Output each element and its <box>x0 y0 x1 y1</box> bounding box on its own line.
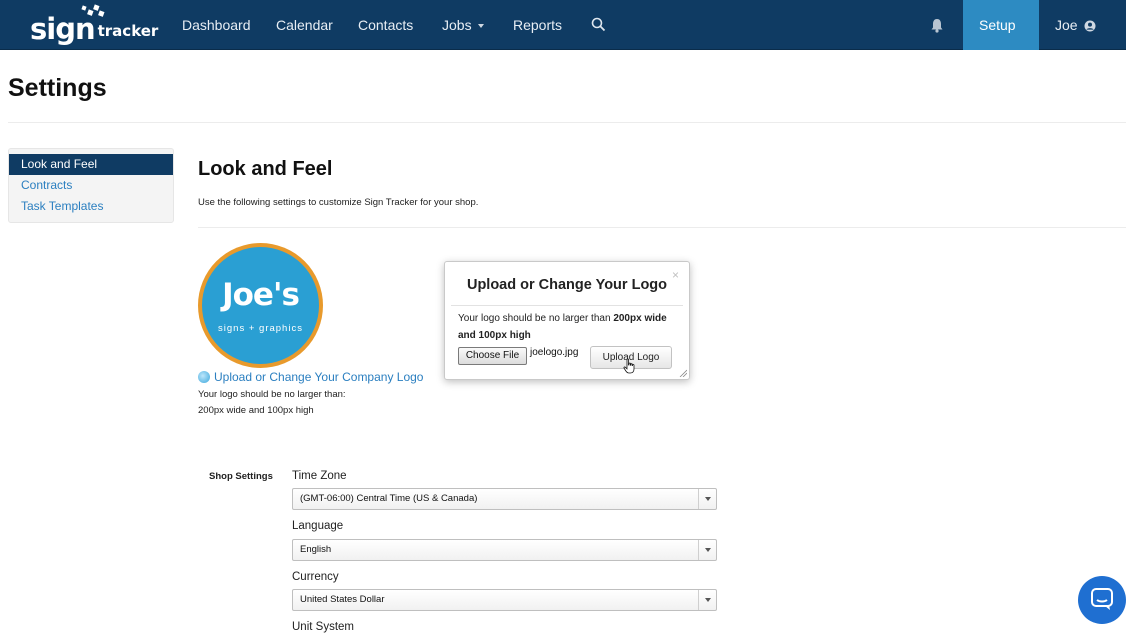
chevron-down-icon <box>985 74 991 79</box>
hand-cursor-icon <box>623 358 635 374</box>
language-label: Language <box>292 520 344 532</box>
globe-icon <box>198 371 210 383</box>
brand-logo[interactable]: sign tracker <box>30 4 159 46</box>
currency-select[interactable]: United States Dollar <box>292 589 717 611</box>
divider <box>8 122 1126 123</box>
company-logo-tagline: signs + graphics <box>218 323 303 334</box>
top-navbar: sign tracker Dashboard Calendar Contacts… <box>0 0 1126 79</box>
company-logo-name: Joe's <box>222 277 300 313</box>
nav-setup-label: Setup <box>979 17 1016 33</box>
nav-calendar[interactable]: Calendar <box>276 0 333 50</box>
logo-size-note: Your logo should be no larger than: 200p… <box>198 387 368 419</box>
dialog-size-note: Your logo should be no larger than 200px… <box>458 311 686 344</box>
nav-jobs[interactable]: Jobs <box>442 0 484 50</box>
nav-jobs-label: Jobs <box>442 17 472 33</box>
time-zone-value: (GMT-06:00) Central Time (US & Canada) <box>300 493 478 504</box>
logo-note-line-2: 200px wide and 100px high <box>198 405 314 416</box>
divider <box>451 305 683 306</box>
sidebar-item-contracts[interactable]: Contracts <box>9 175 173 196</box>
chevron-down-icon <box>477 24 484 29</box>
logo-note-line-1: Your logo should be no larger than: <box>198 389 346 400</box>
chat-icon <box>1091 588 1113 610</box>
chevron-down-icon <box>698 590 716 610</box>
choose-file-button[interactable]: Choose File <box>458 347 527 365</box>
time-zone-select[interactable]: (GMT-06:00) Central Time (US & Canada) <box>292 488 717 510</box>
section-description: Use the following settings to customize … <box>198 197 479 208</box>
divider <box>198 227 1126 228</box>
upload-logo-dialog: × Upload or Change Your Logo Your logo s… <box>444 261 690 380</box>
language-value: English <box>300 544 332 555</box>
shop-settings-label: Shop Settings <box>209 471 273 482</box>
dialog-title: Upload or Change Your Logo <box>466 277 668 293</box>
selected-file-name: joelogo.jpg <box>530 347 579 358</box>
nav-user-label: Joe <box>1055 17 1078 33</box>
logo-dots-icon <box>81 4 105 17</box>
nav-dashboard[interactable]: Dashboard <box>182 0 251 50</box>
chevron-down-icon <box>698 540 716 560</box>
brand-tracker-text: tracker <box>97 22 159 40</box>
search-icon[interactable] <box>591 17 606 33</box>
nav-user[interactable]: Joe <box>1055 0 1096 50</box>
section-title: Look and Feel <box>198 158 333 180</box>
currency-label: Currency <box>292 571 339 583</box>
language-select[interactable]: English <box>292 539 717 561</box>
currency-value: United States Dollar <box>300 594 385 605</box>
user-circle-icon <box>1084 20 1096 32</box>
chat-bubble-icon[interactable] <box>1078 576 1126 624</box>
upload-company-logo-label: Upload or Change Your Company Logo <box>214 370 424 384</box>
upload-company-logo-link[interactable]: Upload or Change Your Company Logo <box>198 370 423 384</box>
unit-system-label: Unit System <box>292 621 354 633</box>
chevron-down-icon <box>698 489 716 509</box>
sidebar-item-look-and-feel[interactable]: Look and Feel <box>9 154 173 175</box>
page-title: Settings <box>8 74 107 102</box>
nav-contacts[interactable]: Contacts <box>358 0 413 50</box>
settings-sidebar: Look and Feel Contracts Task Templates <box>8 148 174 223</box>
dialog-note-text: Your logo should be no larger than <box>458 313 614 324</box>
nav-setup[interactable]: Setup <box>963 0 1039 79</box>
resize-grip-icon[interactable] <box>679 369 687 377</box>
time-zone-label: Time Zone <box>292 470 347 482</box>
sidebar-item-task-templates[interactable]: Task Templates <box>9 196 173 217</box>
nav-reports[interactable]: Reports <box>513 0 562 50</box>
company-logo-image: Joe's signs + graphics <box>198 243 323 368</box>
bell-icon[interactable] <box>930 18 944 33</box>
